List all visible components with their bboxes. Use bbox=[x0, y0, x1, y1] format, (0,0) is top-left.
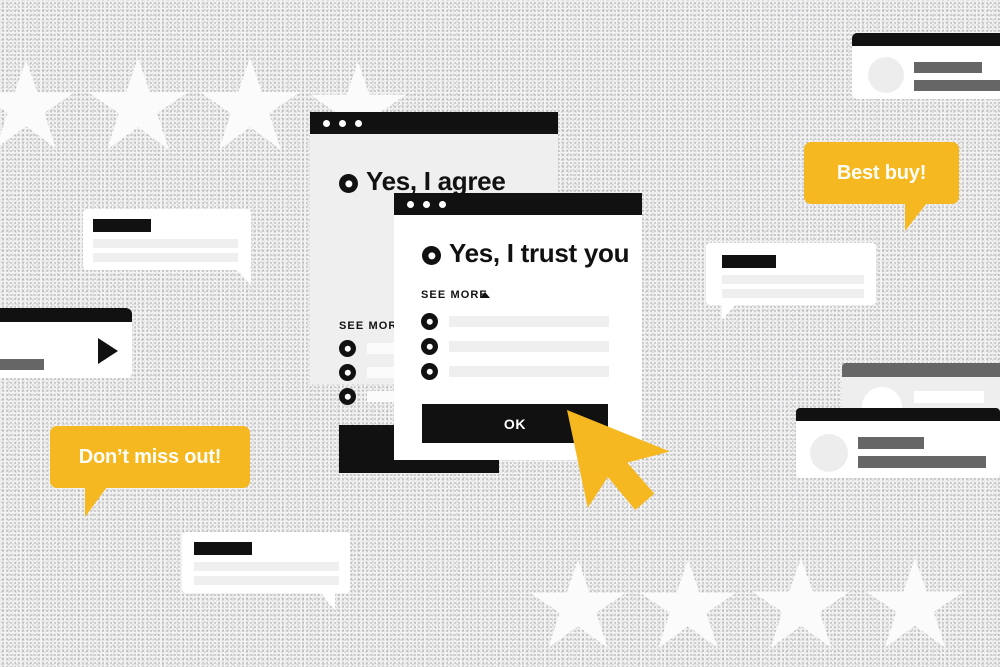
window-dot-icon bbox=[323, 120, 330, 127]
dialog-front-option-radio[interactable] bbox=[421, 338, 438, 355]
promo-bubble-dont-miss-out-label: Don’t miss out! bbox=[78, 445, 222, 468]
window-dot-icon bbox=[339, 120, 346, 127]
dialog-back-titlebar bbox=[310, 112, 558, 134]
promo-bubble-dont-miss-out-tail bbox=[85, 487, 107, 517]
mouse-pointer-icon bbox=[567, 410, 669, 510]
dialog-back-option-radio[interactable] bbox=[339, 340, 356, 357]
media-card-header-bar bbox=[0, 308, 132, 322]
review-bubble-right-mid-line bbox=[722, 275, 864, 284]
promo-bubble-best-buy-tail bbox=[905, 203, 927, 231]
review-bubble-left-top-title bbox=[93, 219, 151, 232]
poster-canvas: Best buy! Don’t miss out! Yes, I agree S… bbox=[0, 0, 1000, 667]
dialog-front-see-more[interactable]: SEE MORE bbox=[421, 289, 488, 301]
dialog-back-heading-radio[interactable] bbox=[339, 174, 358, 193]
card-text-bar bbox=[858, 456, 986, 468]
promo-bubble-best-buy-label: Best buy! bbox=[836, 161, 927, 184]
card-text-bar bbox=[914, 62, 982, 73]
profile-card-top-right[interactable] bbox=[852, 33, 1000, 99]
dialog-front-titlebar bbox=[394, 193, 642, 215]
window-dot-icon bbox=[407, 201, 414, 208]
card-header-bar bbox=[842, 363, 1000, 377]
review-bubble-left-top-line bbox=[93, 253, 238, 262]
promo-bubble-dont-miss-out[interactable]: Don’t miss out! bbox=[50, 426, 250, 488]
profile-card-bottom-right-front[interactable] bbox=[796, 408, 1000, 478]
dialog-back-option-radio[interactable] bbox=[339, 364, 356, 381]
window-dot-icon bbox=[439, 201, 446, 208]
review-bubble-bottom-left-line bbox=[194, 562, 339, 571]
promo-bubble-best-buy[interactable]: Best buy! bbox=[804, 142, 959, 204]
dialog-front-option-radio[interactable] bbox=[421, 363, 438, 380]
media-card-left[interactable] bbox=[0, 308, 132, 378]
card-text-bar bbox=[914, 391, 984, 403]
review-bubble-right-mid-tail bbox=[722, 304, 736, 320]
avatar bbox=[868, 57, 904, 93]
review-bubble-bottom-left-line bbox=[194, 576, 339, 585]
dialog-back-option-radio[interactable] bbox=[339, 388, 356, 405]
review-bubble-bottom-left-title bbox=[194, 542, 252, 555]
review-bubble-left-top-tail bbox=[236, 269, 251, 285]
review-bubble-right-mid-title bbox=[722, 255, 776, 268]
dialog-front-heading: Yes, I trust you bbox=[449, 238, 630, 268]
window-dot-icon bbox=[423, 201, 430, 208]
dialog-front-option-line bbox=[449, 341, 609, 352]
dialog-front-option-line bbox=[449, 366, 609, 377]
card-text-bar bbox=[914, 80, 1000, 91]
dialog-front-option-line bbox=[449, 316, 609, 327]
review-bubble-right-mid-line bbox=[722, 289, 864, 298]
chevron-up-icon[interactable] bbox=[480, 292, 490, 298]
window-dot-icon bbox=[355, 120, 362, 127]
play-icon[interactable] bbox=[98, 338, 118, 364]
review-bubble-bottom-left-tail bbox=[320, 592, 335, 610]
card-text-bar bbox=[858, 437, 924, 449]
dialog-front-option-radio[interactable] bbox=[421, 313, 438, 330]
card-header-bar bbox=[796, 408, 1000, 421]
avatar bbox=[810, 434, 848, 472]
review-bubble-left-top-line bbox=[93, 239, 238, 248]
media-card-text-bar bbox=[0, 359, 44, 370]
card-header-bar bbox=[852, 33, 1000, 46]
dialog-front-heading-radio[interactable] bbox=[422, 246, 441, 265]
